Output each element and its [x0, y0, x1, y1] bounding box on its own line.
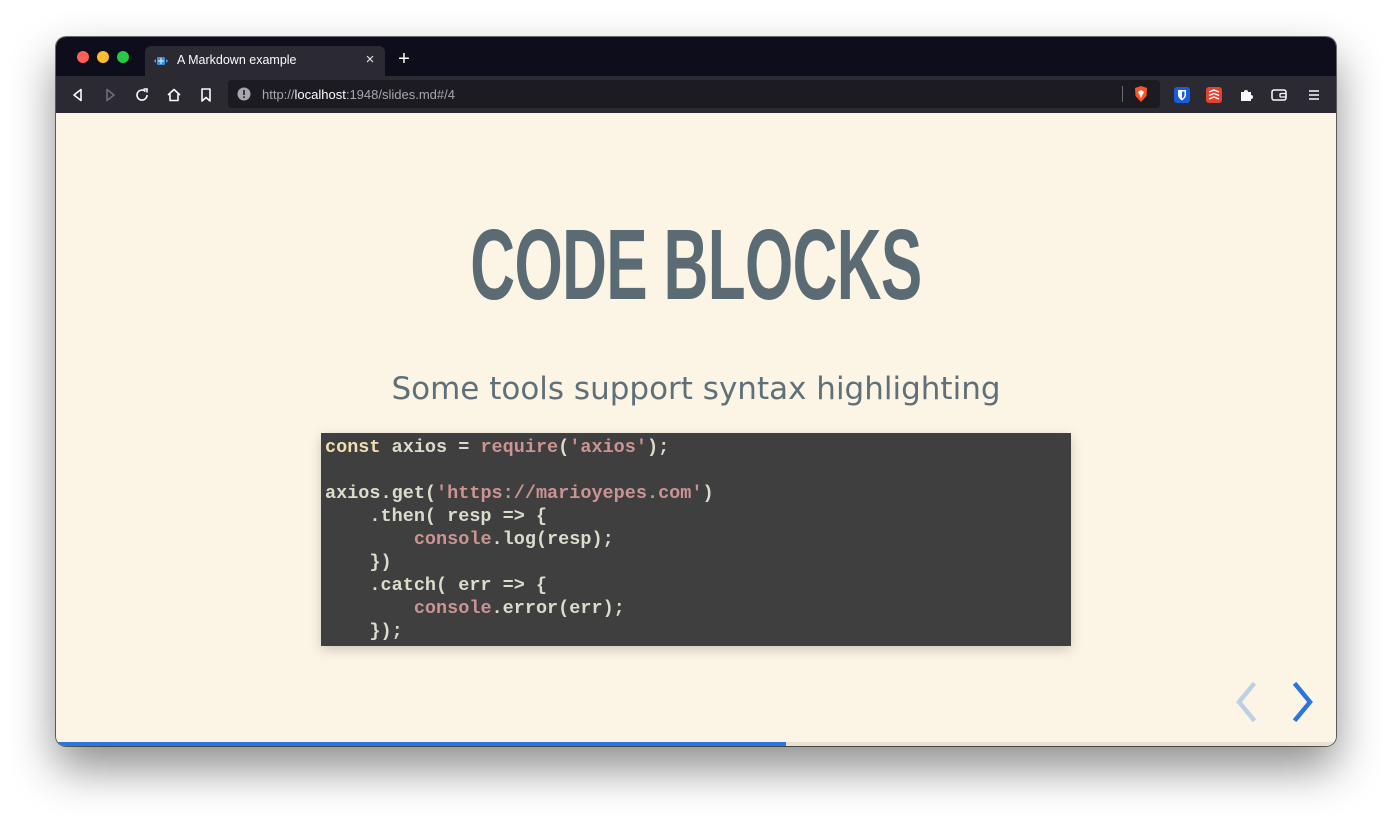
wallet-button[interactable] [1268, 84, 1290, 106]
todoist-extension-button[interactable] [1203, 84, 1225, 106]
url-host: localhost [294, 87, 346, 102]
slide-title: CODE BLOCKS [56, 205, 1336, 325]
forward-icon [106, 88, 115, 102]
chevron-left-icon [1236, 681, 1257, 723]
code-line: .catch( err => { [325, 574, 1067, 597]
url-text[interactable]: http://localhost:1948/slides.md#/4 [262, 87, 455, 102]
code-token: ); [646, 437, 670, 458]
active-tab[interactable]: A Markdown example × [145, 46, 385, 76]
code-token: ) [702, 483, 714, 504]
code-token: console [413, 529, 492, 550]
nav-toolbar: http://localhost:1948/slides.md#/4 [56, 76, 1336, 113]
code-token: axios.get( [325, 483, 437, 504]
bitwarden-icon [1174, 87, 1190, 103]
browser-window: A Markdown example × + http://localhost:… [56, 37, 1336, 746]
tab-bar: A Markdown example × + [56, 37, 1336, 76]
reload-button[interactable] [131, 84, 153, 106]
code-token: .then( resp => { [325, 506, 548, 527]
progress-fill [56, 742, 786, 746]
brave-shield-icon[interactable] [1132, 85, 1150, 103]
app-menu-button[interactable] [1303, 84, 1325, 106]
reload-icon [136, 88, 148, 101]
url-path: :1948/slides.md#/4 [345, 87, 455, 102]
extensions-button[interactable] [1235, 84, 1257, 106]
url-scheme: http:// [262, 87, 295, 102]
code-token: 'axios' [569, 437, 647, 458]
code-line: }); [325, 620, 1067, 643]
code-token: ( [558, 437, 570, 458]
chevron-right-icon [1292, 681, 1313, 723]
code-token: 'https://marioyepes.com' [436, 483, 703, 504]
menu-icon [1309, 90, 1319, 100]
back-button[interactable] [67, 84, 89, 106]
code-token: .catch( err => { [325, 575, 548, 596]
wallet-icon [1271, 89, 1287, 101]
back-icon [73, 88, 82, 102]
address-bar[interactable]: http://localhost:1948/slides.md#/4 [228, 80, 1160, 108]
tab-title: A Markdown example [177, 53, 297, 67]
code-line: }) [325, 551, 1067, 574]
code-token: console [413, 598, 492, 619]
code-token: .log(resp); [491, 529, 614, 550]
url-separator [1122, 86, 1123, 102]
code-token: }) [325, 552, 392, 573]
slide-subtitle: Some tools support syntax highlighting [391, 371, 1001, 407]
extensions-icon [1241, 90, 1253, 101]
next-slide-button[interactable] [1286, 681, 1318, 723]
code-token: require [480, 437, 559, 458]
bitwarden-extension-button[interactable] [1171, 84, 1193, 106]
code-token: axios = [380, 437, 481, 458]
previous-slide-button[interactable] [1231, 681, 1263, 723]
code-token: .error(err); [491, 598, 625, 619]
forward-button[interactable] [99, 84, 121, 106]
code-content: const axios = require('axios'); axios.ge… [321, 433, 1071, 646]
zoom-window-button[interactable] [117, 51, 129, 63]
minimize-window-button[interactable] [97, 51, 109, 63]
code-token: }); [325, 621, 403, 642]
reveal-favicon-icon [154, 57, 168, 65]
info-icon[interactable] [237, 87, 251, 101]
home-button[interactable] [163, 84, 185, 106]
code-line: console.error(err); [325, 597, 1067, 620]
progress-bar [56, 742, 1336, 746]
code-block: const axios = require('axios'); axios.ge… [321, 433, 1071, 646]
close-window-button[interactable] [77, 51, 89, 63]
bookmark-icon [201, 88, 211, 102]
tab-close-button[interactable]: × [361, 51, 379, 69]
code-line: const axios = require('axios'); [325, 436, 1067, 459]
code-line: .then( resp => { [325, 505, 1067, 528]
home-icon [167, 88, 181, 102]
new-tab-button[interactable]: + [394, 49, 414, 69]
code-line: axios.get('https://marioyepes.com') [325, 482, 1067, 505]
code-line: console.log(resp); [325, 528, 1067, 551]
slide-title-text: CODE BLOCKS [470, 209, 922, 321]
slide: CODE BLOCKS Some tools support syntax hi… [56, 113, 1336, 746]
todoist-icon [1206, 87, 1222, 103]
code-token: const [325, 437, 381, 458]
bookmark-button[interactable] [195, 84, 217, 106]
